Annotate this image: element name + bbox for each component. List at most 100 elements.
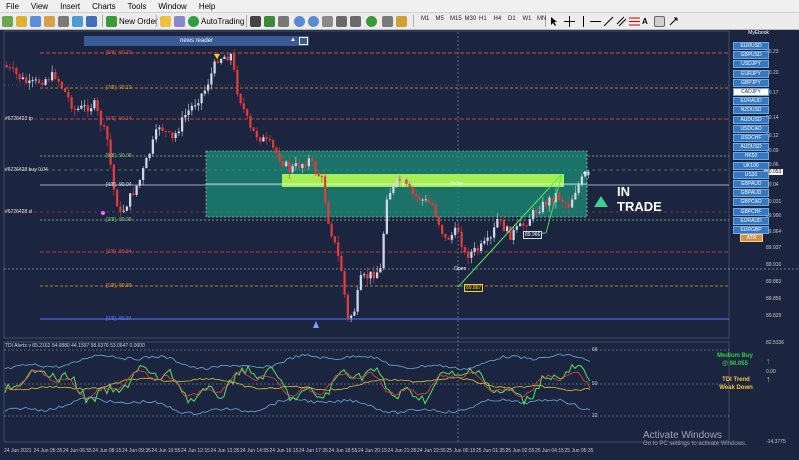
candle-chart-button[interactable] <box>264 15 275 27</box>
candle-body <box>154 129 158 140</box>
timeframe-m15[interactable]: M15 <box>450 16 462 22</box>
symbol-button-audusd[interactable]: AUDUSD <box>733 115 769 124</box>
today-label: Today <box>450 181 464 187</box>
symbol-button-gbpaud[interactable]: GBPAUD <box>733 180 769 188</box>
periods-button[interactable] <box>382 15 393 27</box>
candle-body <box>278 153 281 162</box>
signals-icon <box>174 15 185 27</box>
menu-file[interactable]: File <box>0 2 25 11</box>
timeframe-m1[interactable]: M1 <box>421 16 429 22</box>
candle-body <box>304 164 307 167</box>
timeframe-h1[interactable]: H1 <box>479 16 487 22</box>
templates-button[interactable] <box>396 15 407 27</box>
candle-body <box>41 82 44 85</box>
price-axis-label: 82.5336 <box>766 340 785 346</box>
symbol-button-us30[interactable]: US30 <box>733 170 769 179</box>
tester-button[interactable] <box>72 15 83 27</box>
indicators-button[interactable] <box>366 15 377 27</box>
timeframe-m30[interactable]: M30 <box>465 16 477 22</box>
symbol-button-nzdusd[interactable]: NZDUSD <box>733 106 769 115</box>
market-watch-button[interactable] <box>30 15 41 27</box>
symbol-button-gbpaud[interactable]: GBPAUD <box>733 189 769 198</box>
symbol-button-euraud[interactable]: EURAUD <box>733 216 769 225</box>
symbol-button-eurusd[interactable]: EURUSD <box>733 42 769 50</box>
metaeditor-button[interactable] <box>160 15 171 27</box>
symbol-button-hk50[interactable]: HK50 <box>733 152 769 161</box>
data-window-button[interactable] <box>86 15 97 27</box>
fibonacci-tool[interactable] <box>629 15 640 27</box>
trendline-tool[interactable] <box>603 15 614 27</box>
crosshair-tool[interactable] <box>564 15 575 27</box>
symbol-button-usdcad[interactable]: USDCAD <box>733 124 769 133</box>
chart-window[interactable]: news reader ▲ 90.23 90.20 90.17 90.14 90.12 9… <box>0 30 799 460</box>
new-chart-button[interactable] <box>2 15 13 27</box>
channel-tool[interactable] <box>616 15 627 27</box>
candle-body <box>496 218 499 228</box>
murrey-label: [3/8] <box>106 217 116 223</box>
autoscroll-button[interactable] <box>336 15 347 27</box>
terminal-button[interactable] <box>58 15 69 27</box>
symbol-button-cadjpy[interactable]: CADJPY <box>733 88 769 96</box>
cursor-tool[interactable] <box>550 15 559 27</box>
menu-charts[interactable]: Charts <box>86 2 122 11</box>
timeframe-d1[interactable]: D1 <box>508 16 516 22</box>
new-order-button[interactable]: New Order <box>106 15 158 27</box>
menu-insert[interactable]: Insert <box>54 2 86 11</box>
price-axis-label: 89.856 <box>766 296 782 302</box>
zoom-out-icon <box>308 15 319 27</box>
symbol-button-eurjpy[interactable]: EURJPY <box>733 69 769 78</box>
window-toggle-icon[interactable] <box>299 37 308 45</box>
symbol-button-euraud[interactable]: EURAUD <box>733 97 769 106</box>
timeframe-mn[interactable]: MN <box>537 16 546 22</box>
timeframe-m5[interactable]: M5 <box>436 16 444 22</box>
vertical-line-tool[interactable] <box>578 15 589 27</box>
atr-button[interactable]: ATR <box>740 234 763 242</box>
symbol-button-audusd[interactable]: AUDUSD <box>733 143 769 152</box>
candle-body <box>528 219 532 226</box>
symbol-button-usdchf[interactable]: USDCHF <box>733 134 769 142</box>
news-reader-bar[interactable]: news reader ▲ <box>84 36 309 46</box>
menu-tools[interactable]: Tools <box>122 2 153 11</box>
toolbar-separator <box>246 15 247 27</box>
candle-body <box>5 65 8 68</box>
timeframe-h4[interactable]: H4 <box>494 16 502 22</box>
trade-signal-line1: IN <box>617 184 630 199</box>
navigator-button[interactable] <box>44 15 55 27</box>
symbol-button-uk100[interactable]: UK100 <box>733 161 769 170</box>
candle-body <box>418 196 421 201</box>
autotrading-button[interactable]: AutoTrading <box>188 15 244 27</box>
symbol-button-gbpusd[interactable]: GBPUSD <box>733 51 769 60</box>
label-tool[interactable] <box>654 15 665 27</box>
symbol-button-usdjpy[interactable]: USDJPY <box>733 60 769 69</box>
signals-button[interactable] <box>174 15 185 27</box>
candle-body <box>167 131 171 133</box>
text-tool[interactable]: A <box>642 15 648 27</box>
trend-up-arrow-icon: ↑ <box>766 374 771 384</box>
menu-help[interactable]: Help <box>193 2 221 11</box>
zoom-out-button[interactable] <box>308 15 319 27</box>
symbol-button-gbpcad[interactable]: GBPCAD <box>733 198 769 207</box>
symbol-button-gbpchf[interactable]: GBPCHF <box>733 207 769 216</box>
candle-body <box>83 105 86 107</box>
collapse-icon[interactable]: ▲ <box>290 37 296 43</box>
price-chart[interactable] <box>0 30 799 460</box>
zoom-in-button[interactable] <box>294 15 305 27</box>
horizontal-line-tool[interactable] <box>590 15 601 27</box>
candle-body <box>102 124 106 127</box>
symbol-button-gbpjpy[interactable]: GBPJPY <box>733 78 769 87</box>
profiles-button[interactable] <box>16 15 27 27</box>
timeframe-w1[interactable]: W1 <box>523 16 532 22</box>
arrows-tool[interactable] <box>668 15 679 27</box>
menu-view[interactable]: View <box>25 2 54 11</box>
menu-window[interactable]: Window <box>152 2 192 11</box>
candle-body <box>151 139 155 154</box>
tile-windows-button[interactable] <box>322 15 333 27</box>
candle-body <box>401 179 405 181</box>
line-chart-button[interactable] <box>278 15 289 27</box>
candle-body <box>99 110 103 125</box>
chart-shift-button[interactable] <box>350 15 361 27</box>
candle-body <box>86 105 90 112</box>
bar-chart-button[interactable] <box>250 15 261 27</box>
candle-body <box>54 72 57 79</box>
symbol-button-eurgbp[interactable]: EURGBP <box>733 226 769 234</box>
